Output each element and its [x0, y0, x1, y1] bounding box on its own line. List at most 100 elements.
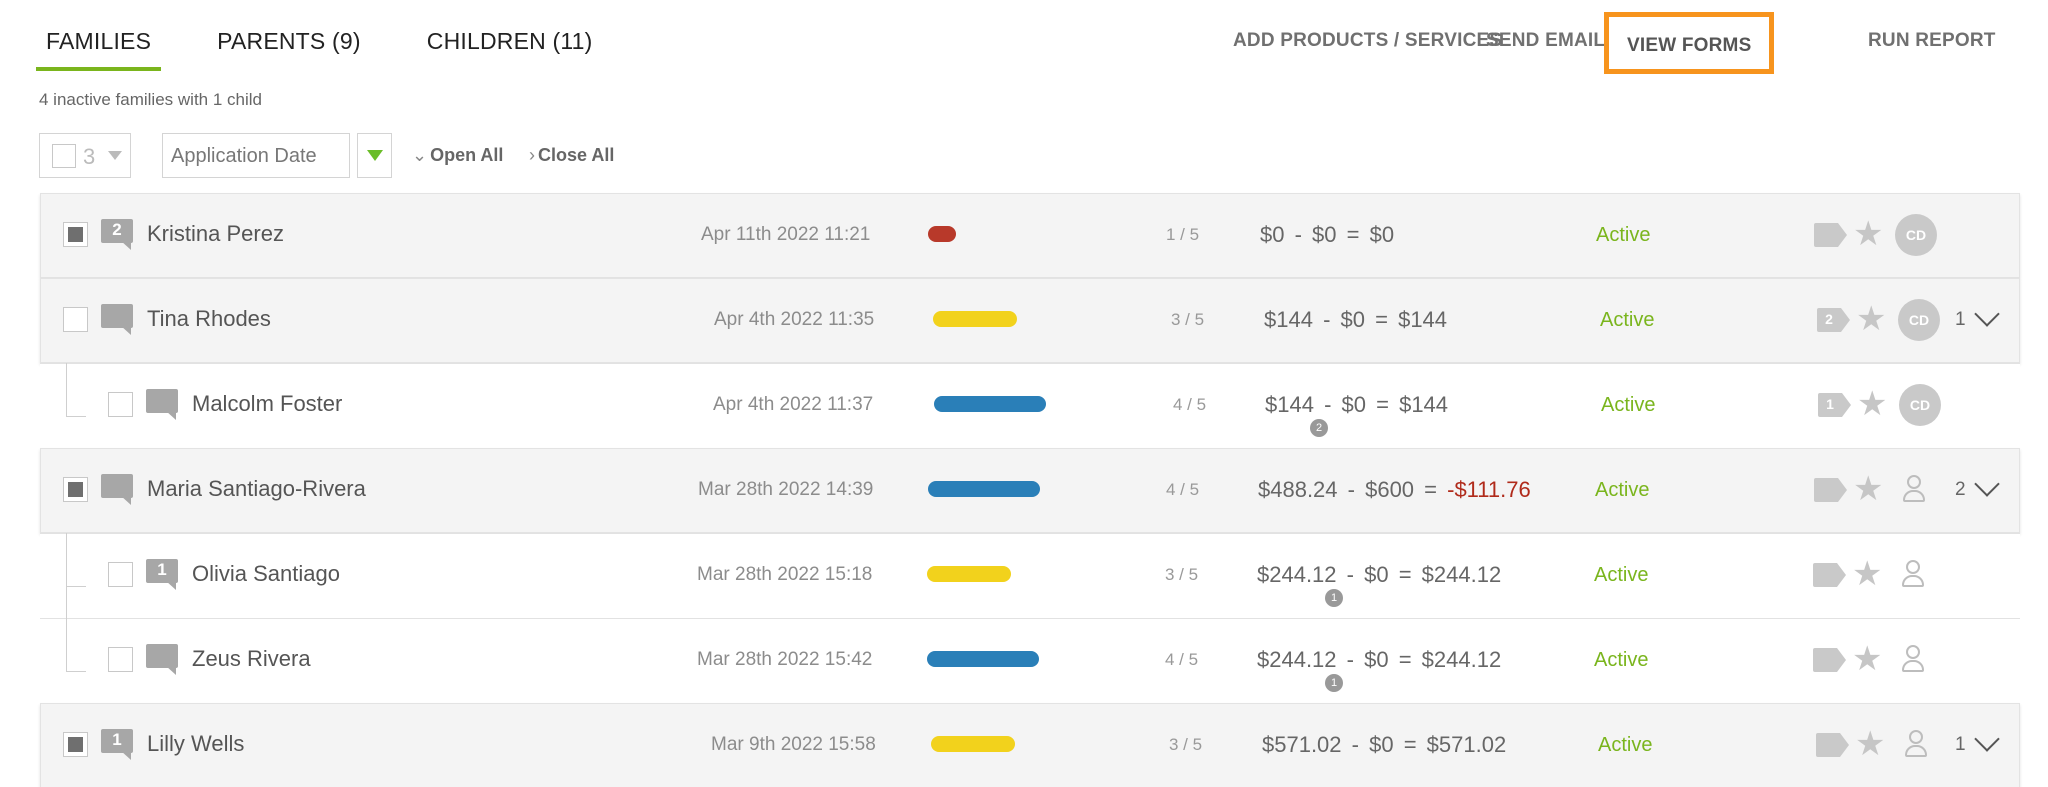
comment-icon[interactable] — [101, 304, 133, 335]
family-row[interactable]: 1 Lilly Wells Mar 9th 2022 15:58 3 / 5 $… — [40, 703, 2020, 787]
family-row[interactable]: Maria Santiago-Rivera Mar 28th 2022 14:3… — [40, 448, 2020, 533]
row-checkbox[interactable] — [63, 732, 88, 757]
row-checkbox[interactable] — [108, 562, 133, 587]
tree-connector — [66, 671, 86, 672]
application-date: Apr 4th 2022 11:37 — [713, 394, 874, 415]
tree-connector — [66, 416, 86, 417]
sort-direction-button[interactable] — [357, 133, 392, 178]
tab-parents[interactable]: PARENTS (9) — [207, 24, 371, 71]
family-name[interactable]: Kristina Perez — [147, 221, 284, 247]
open-all-label: Open All — [430, 145, 504, 165]
row-checkbox[interactable] — [63, 477, 88, 502]
star-icon[interactable]: ★ — [1857, 384, 1887, 424]
step-indicator: 4 / 5 — [1165, 650, 1199, 669]
step-indicator: 4 / 5 — [1173, 395, 1207, 414]
family-name[interactable]: Maria Santiago-Rivera — [147, 476, 366, 502]
tag-icon[interactable] — [1814, 478, 1847, 502]
comment-icon[interactable]: 2 — [101, 219, 133, 250]
tag-icon[interactable]: 2 — [1817, 308, 1850, 332]
child-row[interactable]: Zeus Rivera Mar 28th 2022 15:42 4 / 5 $2… — [40, 618, 2020, 703]
child-row[interactable]: 1 Olivia Santiago Mar 28th 2022 15:18 3 … — [40, 533, 2020, 618]
child-name[interactable]: Malcolm Foster — [192, 391, 342, 417]
tag-icon[interactable]: 1 — [1818, 393, 1851, 417]
child-name[interactable]: Zeus Rivera — [192, 646, 311, 672]
view-forms-link[interactable]: VIEW FORMS — [1604, 12, 1775, 74]
avatar[interactable]: CD — [1898, 299, 1940, 341]
paid-amount: $600 — [1365, 477, 1415, 502]
status-label: Active — [1596, 224, 1651, 246]
chevron-down-icon[interactable] — [1974, 471, 2000, 497]
selected-count: 3 — [83, 144, 96, 169]
star-icon[interactable]: ★ — [1852, 639, 1882, 679]
paid-amount: $0 — [1369, 732, 1394, 757]
chevron-down-icon[interactable] — [1974, 301, 2000, 327]
row-checkbox[interactable] — [63, 307, 88, 332]
status-label: Active — [1601, 394, 1656, 416]
star-icon[interactable]: ★ — [1856, 299, 1886, 339]
person-icon[interactable] — [1903, 728, 1929, 762]
balance-amount: $244.12 — [1421, 562, 1502, 587]
family-name[interactable]: Lilly Wells — [147, 731, 244, 757]
application-date: Mar 28th 2022 14:39 — [698, 479, 874, 500]
comment-count: 2 — [112, 220, 122, 239]
comment-icon[interactable] — [146, 644, 178, 675]
comment-icon[interactable]: 1 — [101, 729, 133, 760]
tag-icon[interactable] — [1813, 563, 1846, 587]
child-row[interactable]: Malcolm Foster Apr 4th 2022 11:37 4 / 5 … — [40, 363, 2020, 448]
open-all-link[interactable]: ⌄ Open All — [412, 145, 503, 166]
paid-amount: $0 — [1364, 562, 1389, 587]
chevron-right-icon: › — [529, 145, 535, 165]
close-all-link[interactable]: › Close All — [529, 145, 614, 166]
balance-equation: $144 - $0 = $144 — [1265, 392, 1449, 417]
person-icon[interactable] — [1900, 558, 1926, 592]
avatar[interactable]: CD — [1895, 214, 1937, 256]
star-icon[interactable]: ★ — [1853, 469, 1883, 509]
status-label: Active — [1594, 564, 1649, 586]
balance-amount: $571.02 — [1426, 732, 1507, 757]
comment-count: 1 — [157, 560, 167, 579]
person-icon[interactable] — [1901, 473, 1927, 507]
progress-bar — [927, 566, 1011, 582]
progress-bar — [928, 481, 1040, 497]
progress-bar — [934, 396, 1046, 412]
family-row[interactable]: 2 Kristina Perez Apr 11th 2022 11:21 1 /… — [40, 193, 2020, 278]
row-checkbox[interactable] — [108, 647, 133, 672]
tag-icon[interactable] — [1814, 223, 1847, 247]
total-amount: $244.12 — [1257, 647, 1337, 672]
chevron-down-icon[interactable] — [1974, 726, 2000, 752]
child-name[interactable]: Olivia Santiago — [192, 561, 340, 587]
sort-field-select[interactable]: Application Date — [162, 133, 350, 178]
row-checkbox[interactable] — [63, 222, 88, 247]
run-report-link[interactable]: RUN REPORT — [1868, 30, 1996, 52]
step-indicator: 3 / 5 — [1165, 565, 1199, 584]
balance-equation: $144 - $0 = $144 — [1264, 307, 1448, 332]
list-controls: 3 Application Date ⌄ Open All › Close All — [39, 133, 1039, 178]
tag-icon[interactable] — [1816, 733, 1849, 757]
star-icon[interactable]: ★ — [1852, 554, 1882, 594]
progress-bar — [933, 311, 1017, 327]
star-icon[interactable]: ★ — [1853, 214, 1883, 254]
send-email-link[interactable]: SEND EMAIL — [1486, 30, 1605, 52]
comment-icon[interactable]: 1 — [146, 559, 178, 590]
step-indicator: 3 / 5 — [1171, 310, 1205, 329]
balance-amount-negative: -$111.76 — [1447, 477, 1531, 502]
balance-amount: $144 — [1399, 392, 1449, 417]
add-products-services-link[interactable]: ADD PRODUCTS / SERVICES — [1233, 30, 1502, 52]
avatar[interactable]: CD — [1899, 384, 1941, 426]
comment-count: 1 — [112, 730, 122, 749]
tab-children[interactable]: CHILDREN (11) — [417, 24, 603, 71]
star-icon[interactable]: ★ — [1855, 724, 1885, 764]
comment-icon[interactable] — [101, 474, 133, 505]
select-all-checkbox[interactable] — [52, 144, 76, 168]
tree-connector — [66, 533, 67, 671]
family-name[interactable]: Tina Rhodes — [147, 306, 271, 332]
row-checkbox[interactable] — [108, 392, 133, 417]
balance-amount: $0 — [1369, 222, 1395, 247]
family-row[interactable]: Tina Rhodes Apr 4th 2022 11:35 3 / 5 $14… — [40, 278, 2020, 363]
person-icon[interactable] — [1900, 643, 1926, 677]
tag-icon[interactable] — [1813, 648, 1846, 672]
tab-families[interactable]: FAMILIES — [36, 24, 162, 71]
bulk-select-dropdown[interactable]: 3 — [39, 133, 131, 178]
comment-icon[interactable] — [146, 389, 178, 420]
step-indicator: 1 / 5 — [1166, 225, 1200, 244]
